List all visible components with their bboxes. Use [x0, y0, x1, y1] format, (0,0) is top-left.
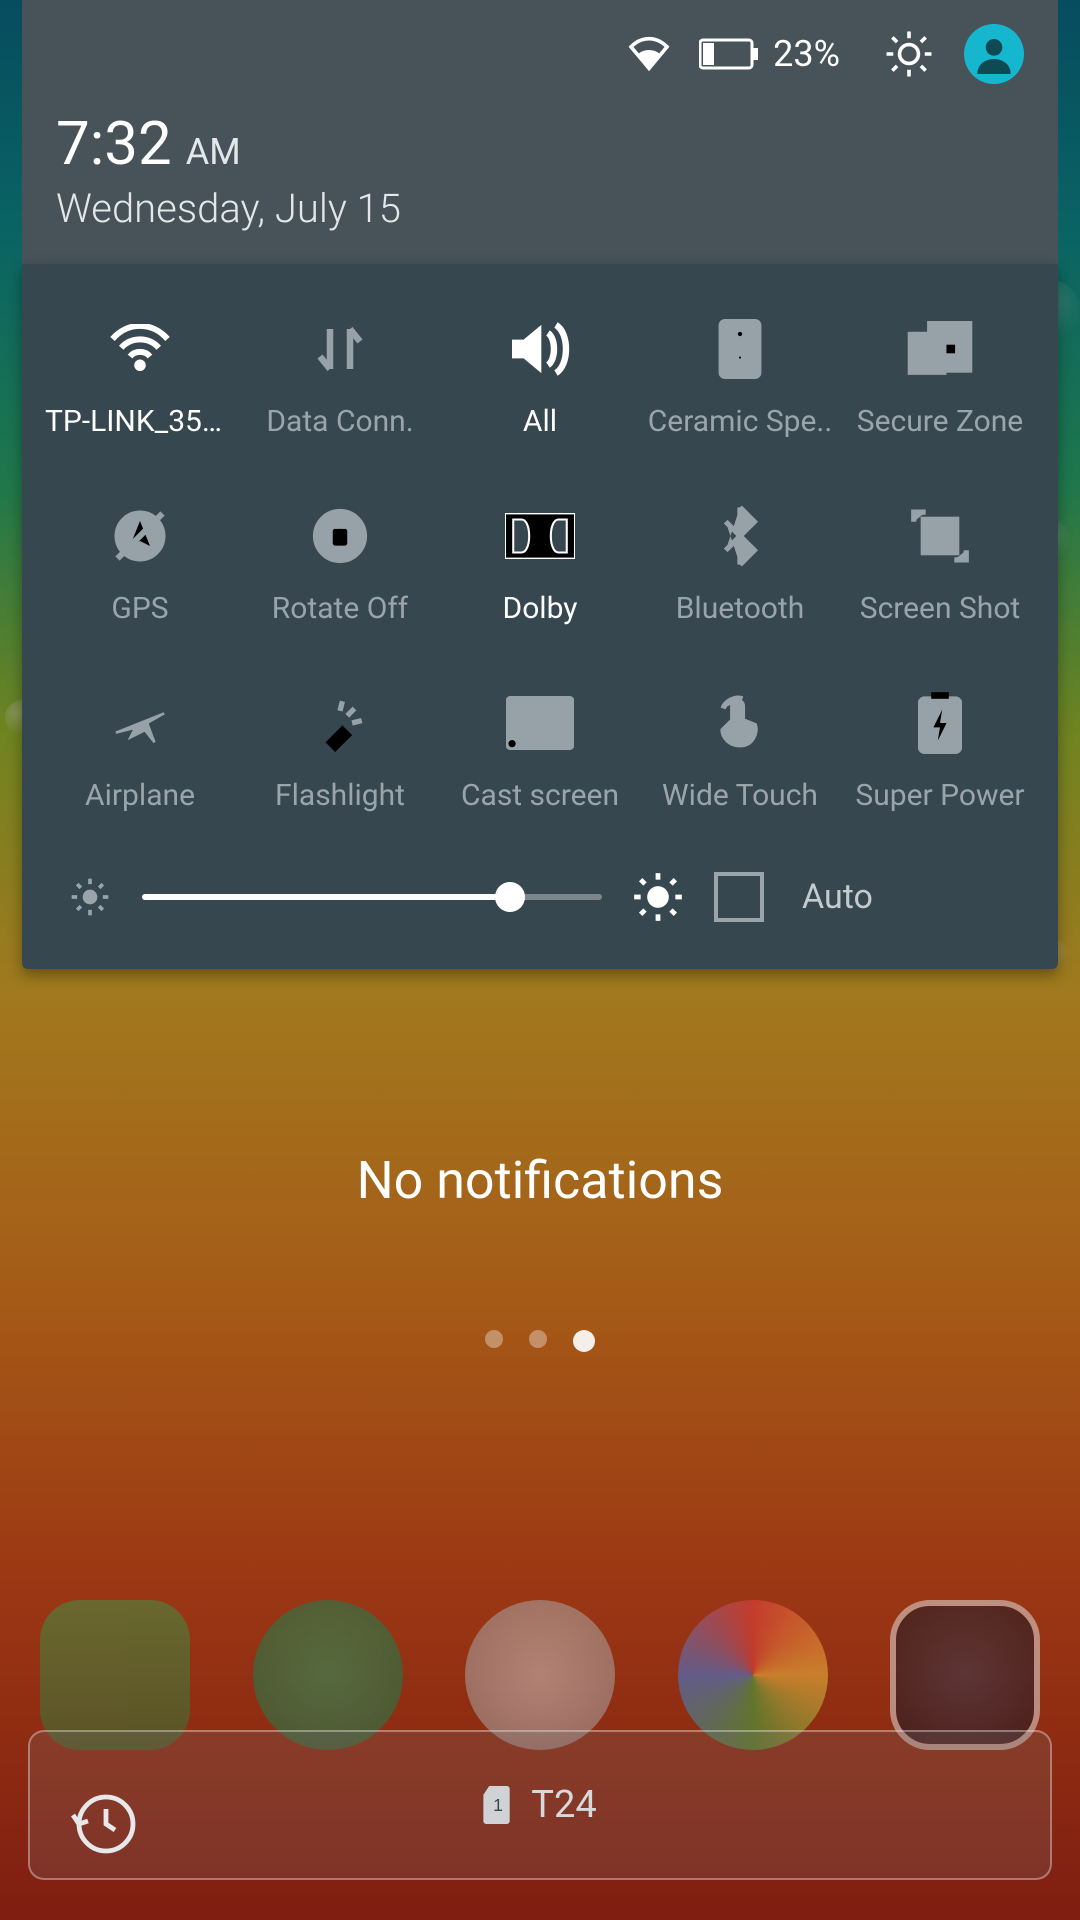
- qs-tile-widetouch[interactable]: Wide Touch: [640, 688, 840, 813]
- auto-brightness-label: Auto: [802, 877, 873, 917]
- data-icon: [305, 314, 375, 384]
- qs-tile-data[interactable]: Data Conn.: [240, 314, 440, 439]
- flashlight-icon: [305, 688, 375, 758]
- speaker-icon: [705, 314, 775, 384]
- qs-tile-gps[interactable]: GPS: [40, 501, 240, 626]
- qs-tile-label: Super Power: [855, 778, 1024, 813]
- dock-app-icon[interactable]: [465, 1600, 615, 1750]
- qs-tile-label: Bluetooth: [676, 591, 805, 626]
- auto-brightness-checkbox[interactable]: [714, 872, 764, 922]
- qs-tile-airplane[interactable]: Airplane: [40, 688, 240, 813]
- qs-tile-label: TP-LINK_35D..: [45, 404, 235, 439]
- qs-tile-label: GPS: [111, 591, 168, 626]
- superpower-icon: [905, 688, 975, 758]
- qs-tile-screenshot[interactable]: Screen Shot: [840, 501, 1040, 626]
- qs-tile-sound[interactable]: All: [440, 314, 640, 439]
- qs-tile-label: Cast screen: [461, 778, 619, 813]
- gps-icon: [105, 501, 175, 571]
- qs-tile-label: Ceramic Spe..: [648, 404, 832, 439]
- qs-tile-speaker[interactable]: Ceramic Spe..: [640, 314, 840, 439]
- widetouch-icon: [705, 688, 775, 758]
- wifi-icon: [105, 314, 175, 384]
- qs-tile-label: Airplane: [85, 778, 195, 813]
- rotate-icon: [305, 501, 375, 571]
- brightness-high-icon: [632, 871, 684, 923]
- svg-text:1: 1: [493, 1795, 503, 1815]
- qs-tile-secure[interactable]: Secure Zone: [840, 314, 1040, 439]
- qs-tile-dolby[interactable]: Dolby: [440, 501, 640, 626]
- secure-icon: [905, 314, 975, 384]
- page-dot: [529, 1330, 547, 1348]
- dock-app-icon[interactable]: [678, 1600, 828, 1750]
- battery-percent: 23%: [773, 33, 840, 75]
- wifi-status-icon: [627, 36, 671, 72]
- airplane-icon: [105, 688, 175, 758]
- page-dot: [485, 1330, 503, 1348]
- time-text: 7:32: [56, 108, 172, 179]
- qs-tile-label: Wide Touch: [662, 778, 818, 813]
- qs-tile-superpower[interactable]: Super Power: [840, 688, 1040, 813]
- qs-tile-label: Secure Zone: [857, 404, 1023, 439]
- time-ampm: AM: [186, 131, 241, 173]
- qs-tile-cast[interactable]: Cast screen: [440, 688, 640, 813]
- qs-header: 23% 7:32 AM Wednesday, July 15: [22, 0, 1058, 264]
- qs-tile-flashlight[interactable]: Flashlight: [240, 688, 440, 813]
- cast-icon: [505, 688, 575, 758]
- carrier-label: T24: [531, 1783, 596, 1827]
- dolby-icon: [505, 501, 575, 571]
- bottom-notification-bar[interactable]: 1 T24: [28, 1730, 1052, 1880]
- no-notifications-text: No notifications: [0, 1150, 1080, 1211]
- user-avatar-icon[interactable]: [964, 24, 1024, 84]
- dock-app-icon[interactable]: [253, 1600, 403, 1750]
- screenshot-icon: [905, 501, 975, 571]
- clock-area[interactable]: 7:32 AM Wednesday, July 15: [56, 108, 1024, 232]
- page-dot: [573, 1330, 595, 1352]
- battery-icon: [699, 37, 759, 71]
- qs-tile-label: Rotate Off: [272, 591, 408, 626]
- settings-gear-icon[interactable]: [882, 27, 936, 81]
- brightness-low-icon: [68, 875, 112, 919]
- bluetooth-icon: [705, 501, 775, 571]
- sim-icon: 1: [483, 1786, 513, 1824]
- dock: [40, 1600, 1040, 1750]
- page-indicator[interactable]: [0, 1330, 1080, 1352]
- qs-tile-label: Data Conn.: [266, 404, 413, 439]
- dock-app-icon[interactable]: [40, 1600, 190, 1750]
- date-text: Wednesday, July 15: [56, 185, 1024, 232]
- qs-tile-label: Flashlight: [275, 778, 405, 813]
- brightness-slider[interactable]: [142, 894, 602, 900]
- qs-tile-label: Screen Shot: [860, 591, 1021, 626]
- qs-tile-label: Dolby: [503, 591, 578, 626]
- sound-icon: [505, 314, 575, 384]
- brightness-row: Auto: [40, 871, 1040, 933]
- dock-app-icon[interactable]: [890, 1600, 1040, 1750]
- qs-tile-bluetooth[interactable]: Bluetooth: [640, 501, 840, 626]
- qs-tile-rotate[interactable]: Rotate Off: [240, 501, 440, 626]
- quick-settings-panel: TP-LINK_35D.. Data Conn. All Ceramic Spe.. S…: [22, 264, 1058, 969]
- restore-icon: [70, 1788, 142, 1860]
- qs-tile-label: All: [523, 404, 557, 439]
- qs-tile-wifi[interactable]: TP-LINK_35D..: [40, 314, 240, 439]
